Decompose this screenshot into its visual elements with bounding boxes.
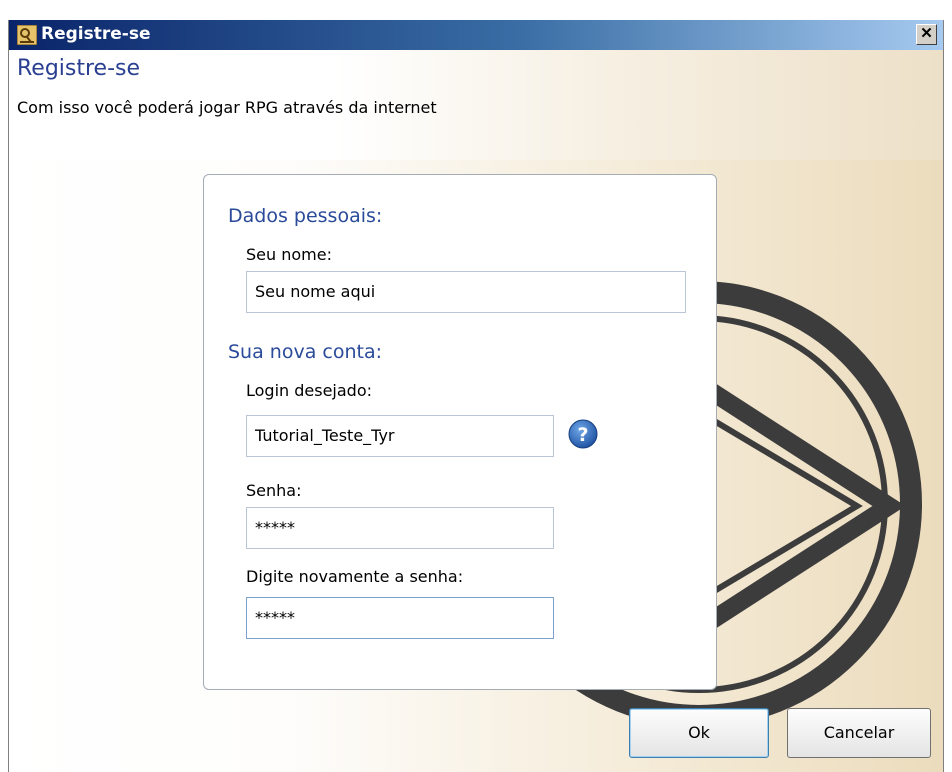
title-bar[interactable]: Registre-se ✕ bbox=[9, 20, 943, 50]
login-field[interactable]: Tutorial_Teste_Tyr bbox=[246, 415, 554, 457]
personal-data-heading: Dados pessoais: bbox=[228, 205, 383, 227]
page-subtitle: Com isso você poderá jogar RPG através d… bbox=[17, 98, 437, 117]
confirm-password-field[interactable]: ***** bbox=[246, 597, 554, 639]
app-icon bbox=[17, 25, 37, 45]
form-panel: Dados pessoais: Seu nome: Seu nome aqui … bbox=[203, 174, 717, 690]
ok-button[interactable]: Ok bbox=[629, 708, 769, 758]
password-label: Senha: bbox=[246, 481, 302, 500]
password-field[interactable]: ***** bbox=[246, 507, 554, 549]
login-label: Login desejado: bbox=[246, 381, 373, 400]
registration-dialog: Registre-se ✕ Registre-se Com isso você … bbox=[8, 20, 944, 772]
svg-text:?: ? bbox=[577, 424, 588, 446]
cancel-button[interactable]: Cancelar bbox=[787, 708, 931, 758]
confirm-password-label: Digite novamente a senha: bbox=[246, 567, 464, 586]
question-icon[interactable]: ? bbox=[568, 419, 598, 449]
close-button[interactable]: ✕ bbox=[916, 24, 937, 45]
new-account-heading: Sua nova conta: bbox=[228, 341, 382, 363]
window-title: Registre-se bbox=[41, 24, 151, 44]
close-icon: ✕ bbox=[920, 25, 933, 42]
page-title: Registre-se bbox=[17, 56, 141, 81]
name-label: Seu nome: bbox=[246, 245, 332, 264]
name-field[interactable]: Seu nome aqui bbox=[246, 271, 686, 313]
